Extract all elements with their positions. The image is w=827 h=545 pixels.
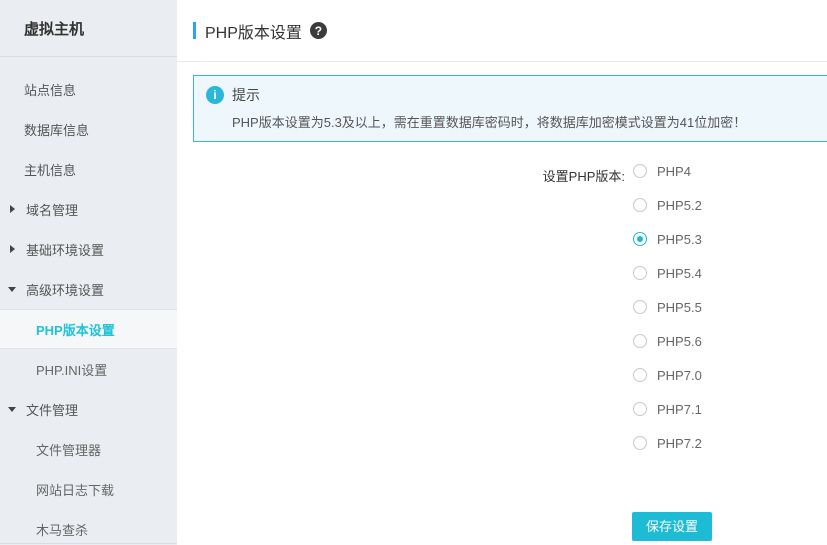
sidebar-item-label: 基础环境设置 (26, 240, 104, 259)
alert-head: i 提示 (206, 85, 827, 105)
save-row: 保存设置 (632, 512, 827, 541)
sidebar-item-label: 数据库信息 (24, 120, 89, 139)
sidebar-item-label: 文件管理器 (36, 440, 101, 459)
sidebar-item-5[interactable]: 高级环境设置 (0, 269, 177, 309)
php-version-option-5[interactable]: PHP5.6 (633, 334, 702, 348)
sidebar-item-10[interactable]: 网站日志下载 (0, 469, 177, 509)
help-icon[interactable]: ? (310, 22, 327, 39)
php-version-option-1[interactable]: PHP5.2 (633, 198, 702, 212)
radio-option-label: PHP5.2 (657, 198, 702, 213)
sidebar-item-9[interactable]: 文件管理器 (0, 429, 177, 469)
radio-option-label: PHP4 (657, 164, 691, 179)
save-settings-button[interactable]: 保存设置 (632, 512, 712, 541)
sidebar-item-label: 站点信息 (24, 80, 76, 99)
php-version-option-7[interactable]: PHP7.1 (633, 402, 702, 416)
sidebar-item-8[interactable]: 文件管理 (0, 389, 177, 429)
sidebar-item-label: 域名管理 (26, 200, 78, 219)
radio-option-label: PHP5.3 (657, 232, 702, 247)
radio-icon[interactable] (633, 266, 647, 280)
page-header: PHP版本设置 ? (177, 0, 827, 62)
sidebar-item-3[interactable]: 域名管理 (0, 189, 177, 229)
sidebar-item-7[interactable]: PHP.INI设置 (0, 349, 177, 389)
radio-option-label: PHP7.0 (657, 368, 702, 383)
sidebar: 虚拟主机 站点信息数据库信息主机信息域名管理基础环境设置高级环境设置 PHP版本设… (0, 0, 177, 545)
sidebar-item-2[interactable]: 主机信息 (0, 149, 177, 189)
sidebar-item-4[interactable]: 基础环境设置 (0, 229, 177, 269)
radio-checked-icon[interactable] (633, 232, 647, 246)
radio-icon[interactable] (633, 300, 647, 314)
radio-icon[interactable] (633, 164, 647, 178)
sidebar-item-0[interactable]: 站点信息 (0, 69, 177, 109)
radio-option-label: PHP7.2 (657, 436, 702, 451)
php-version-option-4[interactable]: PHP5.5 (633, 300, 702, 314)
chevron-down-icon (8, 404, 18, 414)
sidebar-item-label: 文件管理 (26, 400, 78, 419)
app-window: 虚拟主机 站点信息数据库信息主机信息域名管理基础环境设置高级环境设置 PHP版本设… (0, 0, 827, 545)
chevron-right-icon (8, 204, 18, 214)
sidebar-item-6[interactable]: PHP版本设置 (0, 309, 177, 349)
radio-option-label: PHP7.1 (657, 402, 702, 417)
sidebar-divider (0, 543, 177, 544)
radio-icon[interactable] (633, 198, 647, 212)
info-icon: i (206, 86, 224, 104)
php-version-option-6[interactable]: PHP7.0 (633, 368, 702, 382)
radio-icon[interactable] (633, 368, 647, 382)
alert-title: 提示 (232, 85, 260, 105)
php-version-label: 设置PHP版本: (177, 164, 625, 470)
sidebar-item-label: PHP版本设置 (36, 320, 115, 339)
chevron-down-icon (8, 284, 18, 294)
php-version-option-2[interactable]: PHP5.3 (633, 232, 702, 246)
radio-icon[interactable] (633, 402, 647, 416)
main-content: PHP版本设置 ? i 提示 PHP版本设置为5.3及以上，需在重置数据库密码时… (177, 0, 827, 545)
sidebar-item-11[interactable]: 木马查杀 (0, 509, 177, 545)
php-version-option-3[interactable]: PHP5.4 (633, 266, 702, 280)
sidebar-title: 虚拟主机 (0, 0, 177, 57)
sidebar-item-label: 网站日志下载 (36, 480, 114, 499)
php-version-option-8[interactable]: PHP7.2 (633, 436, 702, 450)
php-version-form: 设置PHP版本: PHP4PHP5.2PHP5.3PHP5.4PHP5.5PHP… (177, 164, 827, 470)
page-title: PHP版本设置 (205, 19, 302, 43)
sidebar-item-1[interactable]: 数据库信息 (0, 109, 177, 149)
radio-icon[interactable] (633, 436, 647, 450)
radio-option-label: PHP5.4 (657, 266, 702, 281)
info-alert: i 提示 PHP版本设置为5.3及以上，需在重置数据库密码时，将数据库加密模式设… (193, 75, 827, 142)
sidebar-item-label: 主机信息 (24, 160, 76, 179)
php-version-radio-group: PHP4 PHP5.2 PHP5.3 PHP5.4 PHP5.5 PHP5.6 PHP7.0… (633, 164, 702, 470)
radio-option-label: PHP5.5 (657, 300, 702, 315)
sidebar-item-label: 木马查杀 (36, 520, 88, 539)
chevron-right-icon (8, 244, 18, 254)
php-version-option-0[interactable]: PHP4 (633, 164, 702, 178)
sidebar-item-label: 高级环境设置 (26, 280, 104, 299)
sidebar-item-label: PHP.INI设置 (36, 360, 107, 379)
alert-message: PHP版本设置为5.3及以上，需在重置数据库密码时，将数据库加密模式设置为41位… (232, 112, 827, 131)
sidebar-menu: 站点信息数据库信息主机信息域名管理基础环境设置高级环境设置 PHP版本设置 PHP.… (0, 57, 177, 545)
title-accent-bar (193, 22, 196, 39)
radio-option-label: PHP5.6 (657, 334, 702, 349)
radio-icon[interactable] (633, 334, 647, 348)
